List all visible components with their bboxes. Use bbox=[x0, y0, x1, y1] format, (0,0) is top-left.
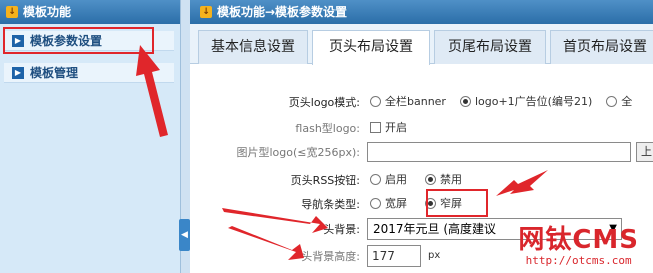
option-label: 宽屏 bbox=[385, 197, 407, 210]
image-logo-label: 图片型logo(≤宽256px): bbox=[236, 146, 361, 159]
tab-basic-info[interactable]: 基本信息设置 bbox=[198, 30, 308, 64]
sidebar-title: 模板功能 bbox=[23, 5, 72, 19]
flash-logo-control: 开启 bbox=[370, 119, 421, 135]
sidebar-item-template-manage[interactable]: ▶ 模板管理 bbox=[4, 63, 174, 83]
radio-button[interactable] bbox=[370, 197, 381, 209]
radio-button[interactable] bbox=[370, 173, 381, 185]
option-label: logo+1广告位(编号21) bbox=[474, 95, 593, 108]
radio-button[interactable] bbox=[370, 95, 381, 107]
chevron-right-icon: ▶ bbox=[12, 66, 24, 79]
breadcrumb: 模板功能→模板参数设置 bbox=[217, 5, 348, 19]
nav-type-option-wide[interactable]: 宽屏 bbox=[370, 195, 407, 211]
nav-type-row: 导航条类型: 宽屏 窄屏 bbox=[190, 193, 653, 215]
tab-footer-layout[interactable]: 页尾布局设置 bbox=[434, 30, 546, 64]
tab-home-layout[interactable]: 首页布局设置 bbox=[550, 30, 653, 64]
radio-button[interactable] bbox=[459, 95, 471, 107]
logo-mode-option-logo-ad[interactable]: logo+1广告位(编号21) bbox=[459, 93, 593, 109]
watermark: 网钛CMS http://otcms.com bbox=[518, 226, 639, 267]
tab-header-layout[interactable]: 页头布局设置 bbox=[312, 30, 430, 65]
image-logo-row: 图片型logo(≤宽256px): 上 bbox=[190, 141, 653, 163]
option-label: 开启 bbox=[385, 121, 407, 134]
rss-option-enable[interactable]: 启用 bbox=[370, 171, 407, 187]
logo-mode-row: 页头logo模式: 全栏banner logo+1广告位(编号21) 全 bbox=[190, 91, 653, 113]
sidebar-item-label: 模板管理 bbox=[30, 66, 79, 80]
rss-option-disable[interactable]: 禁用 bbox=[425, 171, 462, 187]
logo-mode-option-banner[interactable]: 全栏banner bbox=[370, 93, 446, 109]
highlight-box bbox=[3, 27, 154, 54]
flash-logo-checkbox[interactable]: 开启 bbox=[370, 119, 407, 135]
radio-button[interactable] bbox=[425, 173, 436, 185]
down-arrow-icon: ↓ bbox=[6, 6, 18, 18]
watermark-url: http://otcms.com bbox=[525, 254, 632, 267]
sidebar: ↓ 模板功能 ▶ 模板参数设置 ▶ 模板管理 bbox=[0, 0, 180, 273]
rss-options: 启用 禁用 bbox=[370, 171, 476, 187]
image-logo-input[interactable] bbox=[367, 142, 631, 162]
header-bg-height-label: 头背景高度: bbox=[301, 250, 360, 263]
tab-bar: 基本信息设置 页头布局设置 页尾布局设置 首页布局设置 bbox=[190, 24, 653, 65]
logo-mode-option-full[interactable]: 全 bbox=[606, 93, 632, 109]
rss-row: 页头RSS按钮: 启用 禁用 bbox=[190, 169, 653, 191]
option-label: 启用 bbox=[385, 173, 407, 186]
sidebar-header: ↓ 模板功能 bbox=[0, 0, 180, 24]
nav-type-label: 导航条类型: bbox=[301, 198, 360, 211]
rss-label: 页头RSS按钮: bbox=[290, 174, 360, 187]
logo-mode-options: 全栏banner logo+1广告位(编号21) 全 bbox=[370, 93, 646, 109]
flash-logo-row: flash型logo: 开启 bbox=[190, 117, 653, 139]
header-bg-label: 头背景: bbox=[323, 223, 360, 236]
unit-label: px bbox=[428, 250, 441, 261]
logo-mode-label: 页头logo模式: bbox=[288, 96, 360, 109]
radio-button[interactable] bbox=[606, 95, 618, 107]
main-header: ↓ 模板功能→模板参数设置 bbox=[190, 0, 653, 24]
checkbox[interactable] bbox=[370, 121, 381, 133]
option-label: 全栏banner bbox=[385, 95, 446, 108]
header-bg-height-input[interactable]: 177 bbox=[367, 245, 421, 267]
flash-logo-label: flash型logo: bbox=[295, 122, 360, 135]
upload-button[interactable]: 上 bbox=[636, 142, 653, 162]
watermark-brand: 网钛CMS bbox=[518, 225, 639, 255]
option-label: 全 bbox=[621, 95, 633, 108]
collapse-sidebar-button[interactable]: ◀ bbox=[179, 219, 190, 251]
highlight-box bbox=[426, 189, 488, 217]
selected-value: 2017年元旦 (高度建议 bbox=[373, 222, 497, 236]
option-label: 禁用 bbox=[440, 173, 462, 186]
down-arrow-icon: ↓ bbox=[200, 6, 212, 18]
